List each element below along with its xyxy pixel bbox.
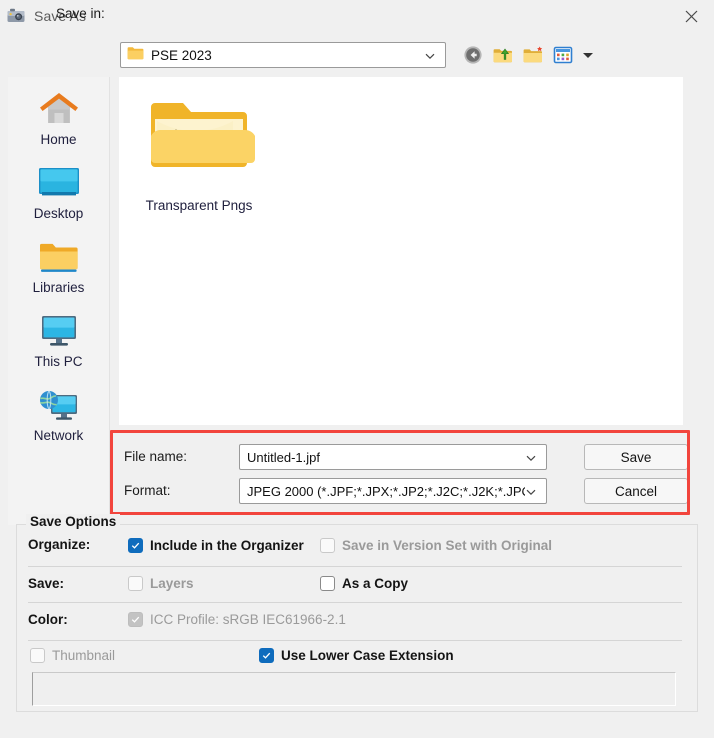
sidebar-item-libraries[interactable]: Libraries [8,225,109,299]
sidebar-item-this-pc[interactable]: This PC [8,299,109,373]
lower-case-extension-checkbox[interactable]: Use Lower Case Extension [259,648,454,663]
checkbox-box [30,648,45,663]
divider [28,566,682,567]
home-icon [38,87,80,131]
icc-profile-checkbox: ICC Profile: sRGB IEC61966-2.1 [128,612,346,627]
save-as-dialog: Save As Save in: PSE 2023 Home Desktop L… [0,0,714,738]
checkbox-label: ICC Profile: sRGB IEC61966-2.1 [150,612,346,627]
views-grid-icon[interactable] [552,44,574,66]
chevron-down-icon [424,49,436,61]
status-message-area [32,672,676,706]
network-globe-icon [37,383,81,427]
file-list-panel[interactable]: Transparent Pngs [119,77,683,425]
layers-checkbox: Layers [128,576,194,591]
checkbox-box [320,538,335,553]
sidebar-item-network[interactable]: Network [8,373,109,447]
format-label: Format: [124,483,171,498]
save-row-label: Save: [28,576,65,591]
divider [28,602,682,603]
file-name-input[interactable]: Untitled-1.jpf [239,444,547,470]
checkbox-box [128,538,143,553]
sidebar-item-desktop[interactable]: Desktop [8,151,109,225]
file-name-value: Untitled-1.jpf [247,449,320,465]
back-arrow-icon[interactable] [462,44,484,66]
color-label: Color: [28,612,68,627]
cancel-button[interactable]: Cancel [584,478,688,504]
thumbnail-checkbox: Thumbnail [30,648,115,663]
as-a-copy-checkbox[interactable]: As a Copy [320,576,408,591]
list-item-label: Transparent Pngs [145,198,253,213]
save-options-title: Save Options [26,514,121,529]
save-in-current-folder: PSE 2023 [151,47,212,63]
file-name-label: File name: [124,449,188,464]
folder-icon [127,46,144,65]
checkbox-box [259,648,274,663]
title-bar: Save As [0,0,714,32]
format-dropdown[interactable]: JPEG 2000 (*.JPF;*.JPX;*.JP2;*.J2C;*.J2K… [239,478,547,504]
include-in-organizer-checkbox[interactable]: Include in the Organizer [128,538,304,553]
navigation-toolbar [462,44,593,66]
photoshop-elements-camera-icon [6,6,26,26]
sidebar-item-label: Libraries [32,280,85,295]
new-folder-icon[interactable] [522,44,544,66]
checkbox-label: Thumbnail [52,648,116,663]
up-folder-icon[interactable] [492,44,514,66]
chevron-down-icon[interactable] [525,485,537,497]
organize-label: Organize: [28,537,91,552]
save-in-version-set-checkbox: Save in Version Set with Original [320,538,552,553]
checkbox-box [320,576,335,591]
this-pc-monitor-icon [37,309,81,353]
sidebar-item-label: This PC [34,354,83,369]
save-in-dropdown[interactable]: PSE 2023 [120,42,446,68]
checkbox-label: Layers [150,576,194,591]
sidebar-item-label: Home [40,132,77,147]
checkbox-box [128,576,143,591]
desktop-icon [36,161,82,205]
sidebar-item-home[interactable]: Home [8,77,109,151]
libraries-folder-icon [37,235,81,279]
sidebar-item-label: Desktop [33,206,84,221]
chevron-down-icon[interactable] [525,451,537,463]
divider [28,640,682,641]
close-icon[interactable] [668,0,714,32]
view-menu-caret-icon[interactable] [583,52,593,58]
save-in-label: Save in: [56,6,105,21]
list-item[interactable]: Transparent Pngs [133,91,265,213]
checkbox-label: Save in Version Set with Original [342,538,553,553]
checkbox-label: Use Lower Case Extension [281,648,454,663]
sidebar-item-label: Network [33,428,84,443]
checkbox-label: As a Copy [342,576,409,591]
save-button[interactable]: Save [584,444,688,470]
format-value: JPEG 2000 (*.JPF;*.JPX;*.JP2;*.J2C;*.J2K… [247,483,525,499]
places-sidebar: Home Desktop Libraries This PC Network [8,77,110,525]
checkbox-box [128,612,143,627]
checkbox-label: Include in the Organizer [150,538,304,553]
open-folder-icon [143,91,255,188]
